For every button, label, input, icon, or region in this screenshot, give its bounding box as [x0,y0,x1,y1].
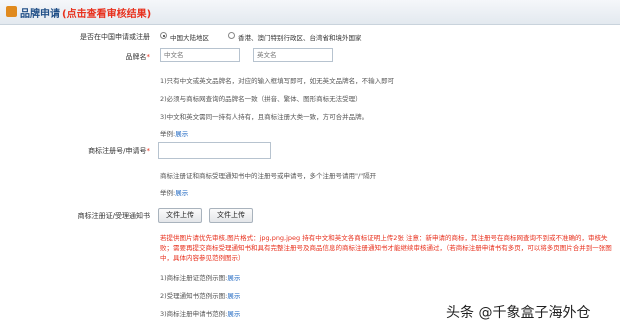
trademark-example: 举例:展示 [160,189,189,197]
brand-note-3: 3)中文和英文需同一持有人持有，且商标注册大类一致，方可合并品牌。 [160,113,369,121]
radio-mainland[interactable] [160,32,167,39]
brand-example-link[interactable]: 展示 [175,130,188,138]
brand-cn-input[interactable] [160,48,240,62]
upload-button-1[interactable]: 文件上传 [158,208,202,223]
trademark-no-note: 商标注册证和商标受理通知书中的注册号或申请号，多个注册号请用"/"隔开 [160,172,377,180]
form-icon [6,6,17,17]
review-result-link[interactable]: (点击查看审核结果) [62,5,151,20]
radio-overseas[interactable] [228,32,235,39]
cert-example-1-link[interactable]: 展示 [227,274,240,282]
page-title: 品牌申请 [20,9,60,20]
trademark-example-link[interactable]: 展示 [175,189,188,197]
cert-example-1: 1)商标注册证范例示图:展示 [160,274,241,282]
brand-en-input[interactable] [253,48,333,62]
upload-button-2[interactable]: 文件上传 [209,208,253,223]
trademark-no-label: 商标注册号/申请号* [88,147,150,155]
radio-mainland-label[interactable]: 中国大陆地区 [170,32,209,42]
page-header: 品牌申请 (点击查看审核结果) [0,0,620,25]
cert-example-3-link[interactable]: 展示 [227,310,240,318]
trademark-no-input[interactable] [158,142,271,159]
watermark: 头条 @千象盒子海外仓 [446,305,591,321]
region-label: 是否在中国申请或注册 [80,33,150,41]
brand-note-1: 1)只有中文或英文品牌名，对应的输入框填写即可，如无英文品牌名，不输入即可 [160,77,395,85]
certificate-label: 商标注册证/受理通知书 [77,212,150,220]
brand-note-2: 2)必须与商标网查询的品牌名一致（拼音、繁体、图形商标无法受理） [160,95,362,103]
radio-overseas-label[interactable]: 香港、澳门特别行政区、台湾省和境外国家 [238,32,362,42]
cert-example-2: 2)受理通知书范例示图:展示 [160,292,241,300]
cert-example-3: 3)商标注册申请书范例:展示 [160,310,241,318]
cert-example-2-link[interactable]: 展示 [227,292,240,300]
brand-example: 举例:展示 [160,130,189,138]
upload-warning: 若提供图片请优先审核,图片格式：jpg,png,jpeg 持有中文和英文各商标证… [160,234,612,262]
brand-name-label: 品牌名* [125,53,151,61]
